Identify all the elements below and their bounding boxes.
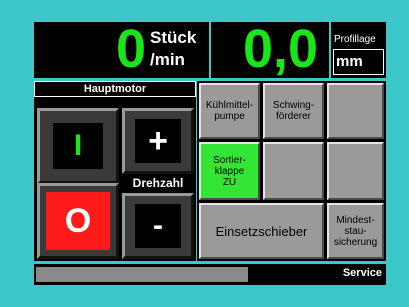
speed-value: 0,0 xyxy=(243,19,319,79)
einsetzschieber-button[interactable]: Einsetzschieber xyxy=(199,203,324,259)
plus-symbol: + xyxy=(148,121,168,160)
minus-face: - xyxy=(135,204,181,248)
unit-label: mm xyxy=(336,53,363,70)
sortierklappe-button[interactable]: Sortier- klappe ZU xyxy=(199,142,260,200)
service-button[interactable]: Service xyxy=(250,267,384,279)
grid-empty-button-2[interactable] xyxy=(263,142,324,200)
motor-on-button[interactable]: I xyxy=(37,108,119,184)
speed-minus-button[interactable]: - xyxy=(122,193,194,259)
profillage-label: Profillage xyxy=(334,34,376,45)
profillage-box: Profillage mm xyxy=(331,22,386,78)
count-unit-top: Stück xyxy=(150,28,197,47)
off-symbol: O xyxy=(64,201,92,240)
hauptmotor-title: Hauptmotor xyxy=(83,83,147,95)
plus-face: + xyxy=(135,119,181,163)
grid-empty-button-3[interactable] xyxy=(327,142,384,200)
unit-box: mm xyxy=(333,49,384,75)
minus-symbol: - xyxy=(153,209,163,242)
mindeststausicherung-button[interactable]: Mindest- stau- sicherung xyxy=(327,203,384,259)
speed-display: 0,0 xyxy=(211,19,329,79)
count-unit-bottom: /min xyxy=(150,50,185,69)
grid-empty-button-1[interactable] xyxy=(327,83,384,139)
on-symbol: I xyxy=(73,129,83,162)
schwingfoerderer-button[interactable]: Schwing- förderer xyxy=(263,83,324,139)
count-display: 0 Stück /min xyxy=(34,19,209,79)
drehzahl-label: Drehzahl xyxy=(132,176,184,190)
motor-off-face: O xyxy=(46,192,110,250)
count-value: 0 xyxy=(116,19,147,79)
kuehlmittelpumpe-button[interactable]: Kühlmittel- pumpe xyxy=(199,83,260,139)
motor-on-face: I xyxy=(53,123,103,169)
status-message-area xyxy=(36,267,248,282)
status-bar: Service xyxy=(34,264,386,285)
hauptmotor-title-bar: Hauptmotor xyxy=(34,81,196,97)
motor-off-button[interactable]: O xyxy=(37,183,119,259)
speed-plus-button[interactable]: + xyxy=(122,108,194,174)
